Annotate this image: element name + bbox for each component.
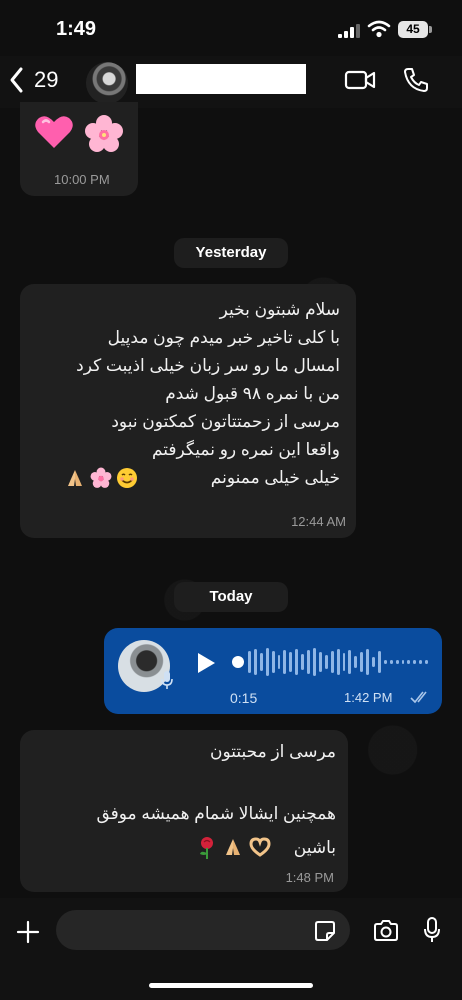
emoji-row	[34, 114, 124, 154]
folded-hands-emoji	[226, 839, 240, 855]
video-call-icon[interactable]	[344, 68, 376, 92]
status-time: 1:49	[56, 18, 97, 40]
chat-header: 29	[0, 56, 462, 108]
message-line: سلام شبتون بخیر	[219, 300, 340, 319]
playback-scrubber[interactable]	[232, 656, 244, 668]
message-line: واقعا این نمره رو نمیگرفتم	[151, 440, 340, 459]
message-time: 12:44 AM	[291, 514, 346, 529]
message-line: خیلی خیلی ممنونم	[210, 468, 340, 487]
back-button[interactable]: 29	[8, 66, 58, 94]
cherry-blossom-emoji	[90, 467, 112, 488]
sticker-icon[interactable]	[314, 920, 336, 942]
emoji-group	[196, 836, 272, 860]
message-input[interactable]	[56, 910, 350, 950]
plus-icon[interactable]	[16, 920, 40, 944]
phone-icon[interactable]	[402, 66, 430, 94]
camera-icon[interactable]	[372, 919, 400, 943]
voice-waveform[interactable]	[248, 646, 429, 678]
cherry-blossom-emoji	[85, 115, 123, 152]
mic-icon	[161, 671, 173, 689]
date-separator-yesterday: Yesterday	[174, 238, 288, 268]
message-line: با کلی تاخیر خبر میدم چون مدپیل	[107, 328, 340, 347]
wifi-icon	[367, 20, 391, 38]
microphone-icon[interactable]	[422, 916, 442, 944]
message-time: 1:42 PM	[344, 690, 393, 705]
emoji-group	[64, 467, 138, 489]
message-line: مرسی از زحمتتاتون کمکتون نبود	[111, 412, 340, 431]
battery-tip	[429, 26, 432, 33]
home-indicator[interactable]	[149, 983, 313, 988]
signal-icon	[338, 24, 360, 38]
voice-duration: 0:15	[230, 690, 258, 706]
contact-name-redacted[interactable]	[136, 64, 306, 94]
heart-hands-emoji	[249, 837, 271, 857]
battery-indicator: 45	[398, 21, 428, 38]
message-line: مرسی از محبتتون	[209, 742, 336, 761]
smiling-face-emoji	[117, 468, 137, 488]
read-receipt-icon	[410, 691, 427, 704]
message-line: من با نمره ۹۸ قبول شدم	[165, 384, 340, 403]
folded-hands-emoji	[68, 470, 82, 486]
message-time: 1:48 PM	[285, 870, 334, 885]
rose-emoji	[200, 837, 213, 859]
message-bubble-incoming[interactable]: 10:00 PM	[20, 102, 138, 196]
message-line: همچنین ایشالا شمام همیشه موفق	[96, 804, 336, 823]
unread-count: 29	[34, 67, 59, 92]
voice-message-bubble[interactable]: 0:15 1:42 PM	[104, 628, 442, 714]
message-line: امسال ما رو سر زبان خیلی اذیبت کرد	[76, 356, 340, 375]
message-bubble-incoming[interactable]: مرسی از محبتتون همچنین ایشالا شمام همیشه…	[20, 730, 348, 892]
status-bar: 1:49 45	[0, 0, 462, 56]
message-time: 10:00 PM	[54, 172, 110, 187]
chevron-left-icon	[10, 67, 23, 93]
date-separator-today: Today	[174, 582, 288, 612]
play-icon[interactable]	[196, 652, 216, 674]
message-bubble-incoming[interactable]: سلام شبتون بخیر با کلی تاخیر خبر میدم چو…	[20, 284, 356, 538]
message-line: باشین	[293, 838, 336, 857]
pink-heart-emoji	[35, 116, 73, 148]
contact-avatar[interactable]	[86, 62, 128, 104]
